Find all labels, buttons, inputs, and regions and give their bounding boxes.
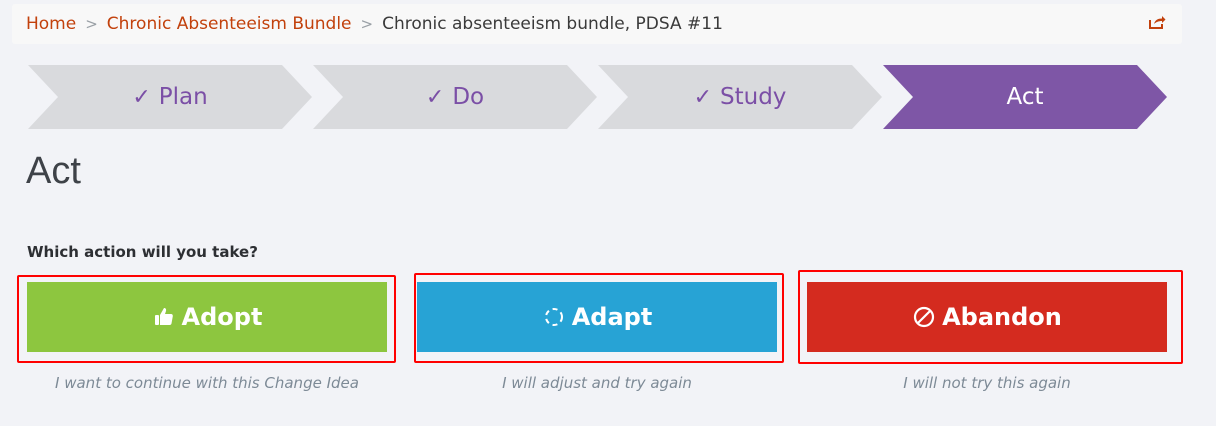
action-question: Which action will you take? <box>27 243 258 261</box>
adapt-button[interactable]: Adapt <box>417 282 777 352</box>
abandon-label: Abandon <box>942 303 1062 331</box>
step-label: Plan <box>158 84 208 110</box>
ban-icon <box>913 306 935 328</box>
pdsa-act-page: Home > Chronic Absenteeism Bundle > Chro… <box>0 0 1216 426</box>
step-act[interactable]: Act <box>883 65 1167 129</box>
abandon-caption: I will not try this again <box>903 374 1071 392</box>
step-label: Do <box>452 84 485 110</box>
adapt-caption: I will adjust and try again <box>502 374 692 392</box>
refresh-icon <box>544 308 563 326</box>
step-study[interactable]: ✓ Study <box>598 65 882 129</box>
adapt-label: Adapt <box>571 303 653 331</box>
adopt-caption: I want to continue with this Change Idea <box>55 374 359 392</box>
breadcrumb-separator: > <box>85 15 98 33</box>
breadcrumb-current: Chronic absenteeism bundle, PDSA #11 <box>382 14 723 34</box>
breadcrumb-bundle-link[interactable]: Chronic Absenteeism Bundle <box>107 14 352 34</box>
step-label: Act <box>1006 84 1044 110</box>
page-title: Act <box>26 150 81 192</box>
step-plan[interactable]: ✓ Plan <box>28 65 312 129</box>
breadcrumb-home-link[interactable]: Home <box>26 14 76 34</box>
adopt-button[interactable]: Adopt <box>27 282 387 352</box>
adopt-label: Adopt <box>181 303 263 331</box>
abandon-button[interactable]: Abandon <box>807 282 1167 352</box>
share-icon[interactable] <box>1148 13 1166 31</box>
checkmark-icon: ✓ <box>425 84 445 110</box>
breadcrumb: Home > Chronic Absenteeism Bundle > Chro… <box>12 4 1182 44</box>
checkmark-icon: ✓ <box>132 84 151 110</box>
thumbs-up-icon <box>154 308 173 325</box>
step-do[interactable]: ✓ Do <box>313 65 597 129</box>
step-label: Study <box>720 84 787 110</box>
breadcrumb-separator: > <box>360 15 374 33</box>
checkmark-icon: ✓ <box>693 84 713 110</box>
